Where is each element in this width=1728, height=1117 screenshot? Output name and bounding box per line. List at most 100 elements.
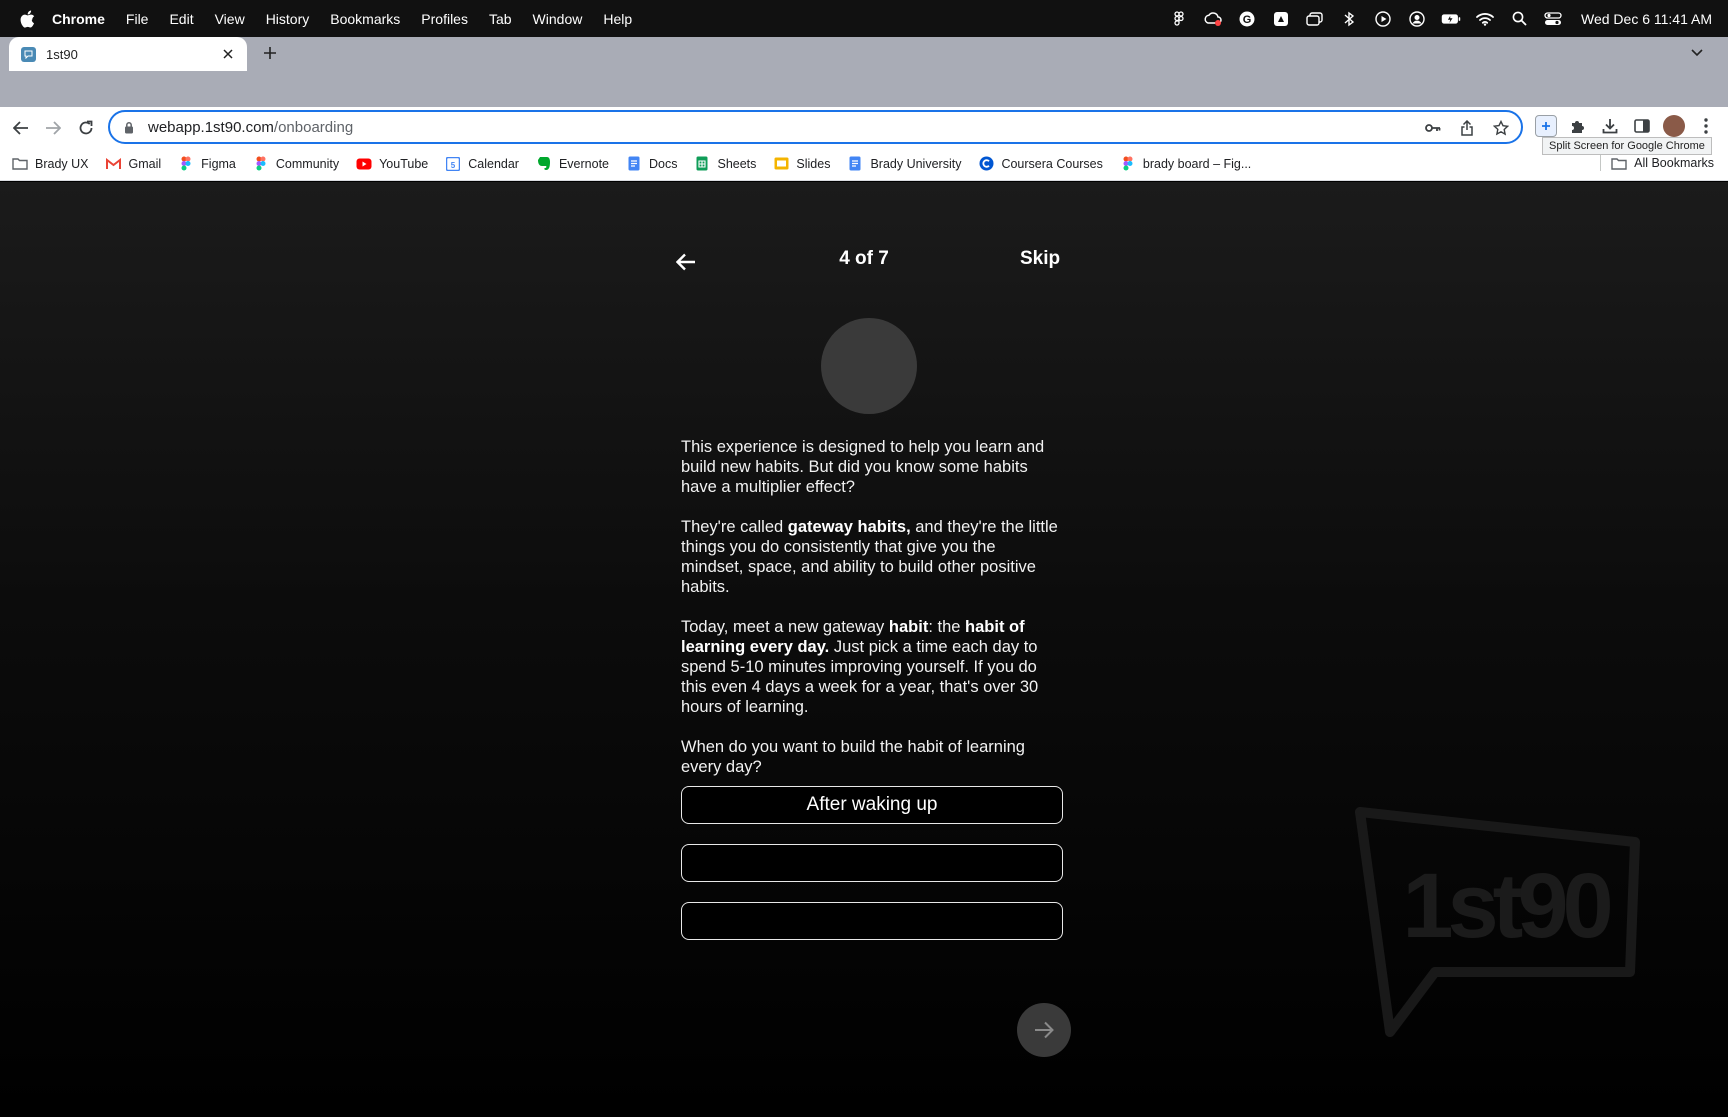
bluetooth-icon[interactable] bbox=[1339, 11, 1359, 27]
bookmark-calendar[interactable]: 5 Calendar bbox=[445, 156, 519, 171]
text-segment: They're called bbox=[681, 518, 788, 536]
side-panel-icon[interactable] bbox=[1631, 115, 1653, 137]
url-host: webapp.1st90.com bbox=[148, 118, 274, 136]
bookmark-gmail[interactable]: Gmail bbox=[106, 156, 162, 171]
wifi-icon[interactable] bbox=[1475, 11, 1495, 27]
all-bookmarks[interactable]: All Bookmarks bbox=[1600, 155, 1714, 171]
figma-icon bbox=[1120, 156, 1136, 171]
browser-tab[interactable]: 1st90 bbox=[9, 37, 247, 71]
bookmark-brady-board[interactable]: brady board – Fig... bbox=[1120, 156, 1251, 171]
illustration-placeholder bbox=[821, 318, 917, 414]
option-after-waking-up[interactable]: After waking up bbox=[681, 786, 1063, 824]
bookmark-brady-ux[interactable]: Brady UX bbox=[12, 157, 89, 171]
chevron-down-icon[interactable] bbox=[1688, 44, 1706, 62]
bookmark-docs[interactable]: Docs bbox=[626, 156, 677, 171]
lock-icon[interactable] bbox=[122, 120, 136, 134]
1st90-logo-watermark: 1st90 bbox=[1355, 807, 1640, 1037]
bookmark-label: YouTube bbox=[379, 156, 429, 171]
drive-icon[interactable] bbox=[1271, 11, 1291, 27]
docs-icon bbox=[847, 156, 863, 171]
more-menu-icon[interactable] bbox=[1695, 115, 1717, 137]
text-segment: : the bbox=[928, 618, 966, 636]
habit-emphasis: habit bbox=[888, 618, 929, 636]
grammarly-icon[interactable]: G bbox=[1237, 11, 1257, 27]
menu-history[interactable]: History bbox=[266, 11, 310, 27]
menu-file[interactable]: File bbox=[126, 11, 149, 27]
paragraph-habit: Today, meet a new gateway habit: the hab… bbox=[681, 617, 1061, 717]
text-segment: Today, meet a new gateway bbox=[681, 618, 889, 636]
menu-bookmarks[interactable]: Bookmarks bbox=[330, 11, 400, 27]
option-empty-3[interactable] bbox=[681, 902, 1063, 940]
puzzle-icon[interactable] bbox=[1567, 115, 1589, 137]
menu-help[interactable]: Help bbox=[603, 11, 632, 27]
user-status-icon[interactable] bbox=[1407, 10, 1427, 27]
menu-tab[interactable]: Tab bbox=[489, 11, 512, 27]
svg-text:5: 5 bbox=[451, 161, 456, 170]
address-bar[interactable]: webapp.1st90.com/onboarding bbox=[108, 110, 1523, 144]
creative-cloud-icon[interactable] bbox=[1203, 11, 1223, 27]
coursera-icon bbox=[978, 156, 994, 171]
bookmark-youtube[interactable]: YouTube bbox=[356, 157, 428, 171]
menu-view[interactable]: View bbox=[215, 11, 245, 27]
bookmark-community[interactable]: Community bbox=[253, 156, 340, 171]
spotlight-search-icon[interactable] bbox=[1509, 11, 1529, 27]
control-center-icon[interactable] bbox=[1543, 11, 1563, 27]
tab-title: 1st90 bbox=[46, 46, 78, 62]
apple-icon[interactable] bbox=[18, 10, 36, 28]
folder-icon bbox=[1611, 157, 1627, 170]
bookmark-brady-university[interactable]: Brady University bbox=[847, 156, 962, 171]
bookmark-star-icon[interactable] bbox=[1491, 118, 1511, 138]
bookmark-figma[interactable]: Figma bbox=[178, 156, 236, 171]
bookmark-label: Sheets bbox=[717, 156, 757, 171]
extensions-area bbox=[1535, 115, 1717, 137]
menu-app-name[interactable]: Chrome bbox=[52, 11, 105, 27]
menu-profiles[interactable]: Profiles bbox=[421, 11, 468, 27]
bookmark-label: Evernote bbox=[558, 156, 609, 171]
paragraph-gateway: They're called gateway habits, and they'… bbox=[681, 517, 1061, 597]
bookmark-evernote[interactable]: Evernote bbox=[536, 157, 609, 171]
figma-icon bbox=[253, 156, 269, 171]
bookmark-sheets[interactable]: Sheets bbox=[694, 156, 757, 171]
reload-icon[interactable] bbox=[75, 117, 97, 139]
paragraph-intro: This experience is designed to help you … bbox=[681, 438, 1045, 496]
profile-avatar[interactable] bbox=[1663, 115, 1685, 137]
battery-icon[interactable] bbox=[1441, 11, 1461, 27]
bookmark-slides[interactable]: Slides bbox=[773, 157, 830, 171]
menu-edit[interactable]: Edit bbox=[169, 11, 193, 27]
split-screen-icon[interactable] bbox=[1535, 115, 1557, 137]
back-arrow-icon[interactable] bbox=[672, 248, 700, 276]
option-empty-2[interactable] bbox=[681, 844, 1063, 882]
slides-icon bbox=[773, 157, 789, 171]
onboarding-page: 4 of 7 Skip This experience is designed … bbox=[0, 182, 1728, 1117]
url-path: /onboarding bbox=[273, 118, 354, 136]
screens-icon[interactable] bbox=[1305, 11, 1325, 27]
bookmark-label: Slides bbox=[796, 156, 831, 171]
bookmarks-bar: Brady UX Gmail Figma Community YouTube 5… bbox=[0, 147, 1728, 181]
gmail-icon bbox=[106, 157, 122, 171]
bookmark-coursera[interactable]: Coursera Courses bbox=[978, 156, 1103, 171]
bookmark-label: Community bbox=[275, 156, 340, 171]
svg-text:G: G bbox=[1243, 14, 1252, 26]
sheets-icon bbox=[694, 156, 710, 171]
favicon-icon bbox=[21, 46, 36, 62]
bookmark-label: Gmail bbox=[128, 156, 162, 171]
close-tab-icon[interactable] bbox=[219, 45, 237, 63]
youtube-icon bbox=[356, 157, 372, 171]
play-icon[interactable] bbox=[1373, 10, 1393, 27]
forward-icon[interactable] bbox=[42, 117, 64, 139]
back-icon[interactable] bbox=[10, 117, 32, 139]
skip-button[interactable]: Skip bbox=[1020, 248, 1060, 270]
folder-icon bbox=[12, 157, 28, 171]
menu-window[interactable]: Window bbox=[533, 11, 583, 27]
menu-bar-status-area: G Wed Dec 6 11:41 AM bbox=[1169, 0, 1712, 37]
figma-status-icon[interactable] bbox=[1169, 11, 1189, 27]
download-icon[interactable] bbox=[1599, 115, 1621, 137]
bookmark-label: Brady University bbox=[870, 156, 962, 171]
key-icon[interactable] bbox=[1423, 118, 1443, 138]
gateway-habits-emphasis: gateway habits, bbox=[787, 518, 911, 536]
share-icon[interactable] bbox=[1457, 118, 1477, 138]
next-arrow-button[interactable] bbox=[1017, 1003, 1071, 1057]
bookmark-label: Coursera Courses bbox=[1001, 156, 1103, 171]
new-tab-icon[interactable] bbox=[260, 43, 280, 63]
menu-bar-clock[interactable]: Wed Dec 6 11:41 AM bbox=[1581, 11, 1712, 27]
